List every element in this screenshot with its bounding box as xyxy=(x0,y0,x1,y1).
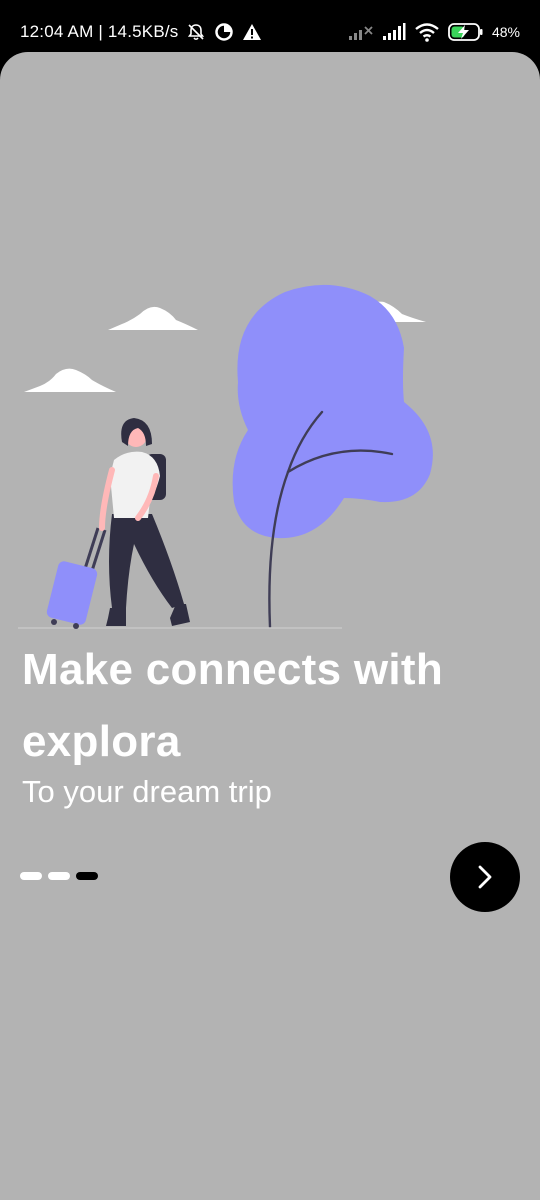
wifi-icon xyxy=(415,23,439,42)
status-time-speed: 12:04 AM | 14.5KB/s xyxy=(20,22,179,41)
traveler-figure xyxy=(99,418,190,626)
onboarding-screen: Make connects with explora To your dream… xyxy=(0,52,540,1200)
page-indicator-dot-active xyxy=(76,872,98,880)
next-button[interactable] xyxy=(450,842,520,912)
bell-muted-icon xyxy=(188,24,205,41)
traveler-illustration xyxy=(18,284,433,629)
onboarding-title: Make connects with explora xyxy=(22,645,444,766)
suitcase-icon xyxy=(46,527,107,629)
onboarding-subtitle: To your dream trip xyxy=(22,774,272,809)
status-right: 48% xyxy=(348,20,520,44)
status-left: 12:04 AM | 14.5KB/s xyxy=(20,20,262,44)
battery-charging-icon xyxy=(448,23,483,41)
page-indicator xyxy=(20,872,98,882)
tree-canopy xyxy=(232,284,433,539)
signal-strength-icon xyxy=(348,26,373,40)
page-indicator-dot xyxy=(20,872,42,880)
status-bar: 12:04 AM | 14.5KB/s 48% xyxy=(0,0,540,52)
page-indicator-dot xyxy=(48,872,70,880)
chevron-right-icon xyxy=(478,865,492,889)
data-saver-icon xyxy=(215,23,234,41)
signal-strength-icon xyxy=(382,23,406,40)
battery-percent: 48% xyxy=(491,24,520,40)
warning-icon xyxy=(243,24,262,40)
